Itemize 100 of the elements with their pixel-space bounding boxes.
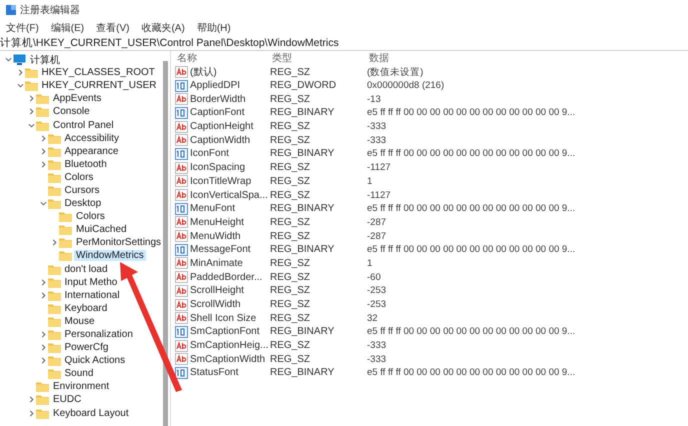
string-value-icon — [175, 120, 188, 133]
tree-item[interactable]: Cursors — [62, 184, 102, 196]
column-header[interactable]: 名称 — [175, 51, 270, 65]
chevron-down-icon[interactable] — [40, 200, 46, 208]
value-name[interactable]: StatusFont — [190, 367, 238, 378]
folder-icon — [48, 146, 60, 157]
value-name[interactable]: CaptionFont — [190, 107, 244, 118]
folder-icon — [36, 93, 49, 104]
chevron-right-icon[interactable] — [51, 239, 58, 246]
computer-icon — [13, 54, 26, 66]
tree-item[interactable]: Mouse — [62, 316, 97, 327]
value-name[interactable]: CaptionHeight — [190, 121, 254, 132]
value-name[interactable]: IconTitleWrap — [190, 176, 252, 187]
value-name[interactable]: IconFont — [190, 148, 229, 160]
tree-item[interactable]: WindowMetrics — [74, 250, 146, 262]
tree-item[interactable]: Colors — [74, 211, 107, 222]
value-type: REG_SZ — [270, 66, 312, 78]
tree-item[interactable]: EUDC — [51, 394, 84, 406]
value-type: REG_BINARY — [270, 244, 336, 256]
value-name[interactable]: MinAnimate — [190, 258, 243, 269]
value-data: -287 — [367, 230, 388, 242]
value-type: REG_SZ — [270, 121, 312, 132]
value-name[interactable]: SmCaptionFont — [190, 326, 260, 338]
tree-item[interactable]: Accessibility — [62, 132, 121, 144]
chevron-down-icon[interactable] — [28, 122, 35, 129]
value-name[interactable]: PaddedBorder... — [190, 272, 262, 283]
tree-item[interactable]: AppEvents — [51, 93, 104, 104]
value-type: REG_BINARY — [270, 148, 336, 160]
menu-item[interactable]: 收藏夹(A) — [141, 21, 185, 35]
folder-icon — [48, 316, 60, 327]
value-name[interactable]: SmCaptionWidth — [190, 354, 266, 365]
string-value-icon — [175, 353, 188, 366]
value-type: REG_SZ — [270, 190, 312, 201]
folder-icon — [59, 250, 72, 262]
tree-item[interactable]: Keyboard — [62, 302, 110, 314]
menu-item[interactable]: 编辑(E) — [50, 21, 84, 35]
string-value-icon — [175, 162, 188, 174]
value-name[interactable]: CaptionWidth — [190, 134, 250, 146]
tree-item[interactable]: HKEY_CLASSES_ROOT — [40, 67, 157, 78]
tree-item[interactable]: Control Panel — [51, 120, 116, 131]
string-value-icon — [175, 257, 188, 270]
tree-item[interactable]: Desktop — [62, 198, 104, 210]
tree-item[interactable]: Keyboard Layout — [51, 408, 131, 419]
tree-item[interactable]: Appearance — [62, 146, 120, 157]
tree-item[interactable]: don't load — [62, 264, 110, 275]
value-name[interactable]: MenuFont — [190, 203, 236, 214]
menu-item[interactable]: 查看(V) — [96, 21, 130, 35]
folder-icon — [24, 80, 38, 92]
value-data: 0x000000d8 (216) — [367, 80, 446, 92]
value-data: 1 — [367, 258, 374, 269]
window-title: 注册表编辑器 — [20, 4, 80, 17]
value-name[interactable]: (默认) — [190, 65, 217, 79]
folder-icon — [48, 276, 60, 288]
tree-item[interactable]: 计算机 — [28, 52, 62, 67]
value-data: -333 — [367, 134, 388, 146]
tree-item[interactable]: Bluetooth — [62, 158, 109, 170]
folder-icon — [48, 290, 60, 301]
tree-item[interactable]: International — [62, 290, 122, 301]
value-data: e5 ff ff ff 00 00 00 00 00 00 00 00 00 00 00 00 9... — [367, 148, 576, 160]
address-bar[interactable]: 计算机\HKEY_CURRENT_USER\Control Panel\Desktop\WindowMetrics — [0, 36, 688, 51]
menu-item[interactable]: 文件(F) — [6, 21, 39, 35]
value-name[interactable]: MessageFont — [190, 244, 251, 256]
value-name[interactable]: MenuHeight — [190, 216, 244, 228]
tree-item[interactable]: Environment — [51, 381, 112, 392]
tree-item[interactable]: Input Metho — [62, 276, 120, 288]
value-data: -1127 — [367, 190, 392, 201]
folder-icon — [48, 158, 60, 170]
tree-item[interactable]: PerMonitorSettings — [74, 237, 164, 248]
value-data: -287 — [367, 216, 388, 228]
value-name[interactable]: BorderWidth — [190, 94, 246, 105]
menu-item[interactable]: 帮助(H) — [196, 21, 231, 35]
value-name[interactable]: SmCaptionHeig... — [190, 340, 268, 352]
value-type: REG_SZ — [270, 299, 312, 310]
value-name[interactable]: AppliedDPI — [190, 80, 240, 92]
value-type: REG_SZ — [270, 162, 312, 174]
chevron-down-icon[interactable] — [16, 82, 24, 90]
chevron-down-icon[interactable] — [5, 56, 12, 64]
tree-item[interactable]: PowerCfg — [62, 342, 110, 354]
tree-item[interactable]: Colors — [62, 172, 96, 183]
chevron-right-icon[interactable] — [16, 69, 24, 76]
value-name[interactable]: MenuWidth — [190, 230, 241, 242]
value-name[interactable]: IconVerticalSpa... — [190, 190, 268, 201]
value-data: -13 — [367, 94, 382, 105]
column-header[interactable]: 类型 — [270, 51, 367, 65]
tree-item[interactable]: Quick Actions — [62, 355, 128, 366]
tree-item[interactable]: HKEY_CURRENT_USER — [40, 80, 159, 92]
value-type: REG_DWORD — [270, 80, 338, 92]
value-name[interactable]: IconSpacing — [190, 162, 246, 174]
column-header[interactable]: 数据 — [367, 51, 688, 65]
value-name[interactable]: ScrollWidth — [190, 299, 241, 310]
tree-item[interactable]: Sound — [62, 368, 96, 380]
folder-icon — [59, 224, 72, 236]
scrollbar[interactable] — [163, 61, 168, 426]
tree-item[interactable]: MuiCached — [74, 224, 129, 236]
tree-item[interactable]: Console — [51, 106, 92, 118]
value-name[interactable]: Shell Icon Size — [190, 312, 256, 324]
tree-item[interactable]: Personalization — [62, 329, 135, 340]
folder-icon — [48, 172, 60, 183]
value-name[interactable]: ScrollHeight — [190, 285, 244, 296]
string-value-icon — [175, 298, 188, 311]
